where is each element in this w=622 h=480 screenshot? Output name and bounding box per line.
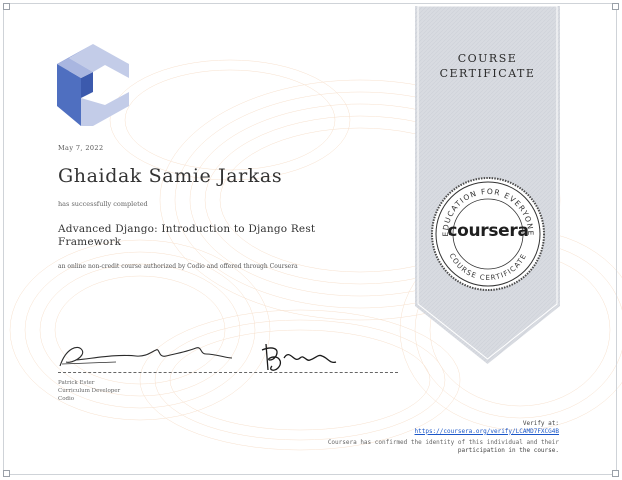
verify-note-line1: Coursera has confirmed the identity of t… bbox=[327, 439, 559, 446]
signature-patrick-ester bbox=[59, 346, 233, 367]
verify-note-line2: participation in the course. bbox=[457, 446, 559, 454]
certificate-page: May 7, 2022 Ghaidak Samie Jarkas has suc… bbox=[0, 0, 622, 480]
ribbon-title-line2: CERTIFICATE bbox=[439, 67, 536, 80]
signer-title: Curriculum Developer bbox=[58, 388, 121, 394]
authorization-statement: an online non-credit course authorized b… bbox=[58, 263, 298, 270]
signer-name: Patrick Ester bbox=[58, 380, 95, 386]
seal-brand: coursera bbox=[447, 221, 529, 241]
signature-secondary bbox=[261, 343, 337, 371]
corner-ornament bbox=[3, 3, 10, 10]
corner-ornament bbox=[612, 3, 619, 10]
ribbon-title-line1: COURSE bbox=[457, 52, 518, 65]
corner-ornament bbox=[612, 470, 619, 477]
signer-block: Patrick Ester Curriculum Developer Codio bbox=[58, 379, 120, 403]
codio-logo-icon bbox=[57, 44, 129, 126]
issue-date: May 7, 2022 bbox=[58, 144, 104, 152]
course-title: Advanced Django: Introduction to Django … bbox=[58, 223, 316, 248]
verify-link[interactable]: https://coursera.org/verify/LCAMD7FXCG4B bbox=[328, 428, 560, 436]
recipient-name: Ghaidak Samie Jarkas bbox=[58, 165, 283, 187]
signature-line bbox=[58, 372, 398, 373]
ribbon-title: COURSE CERTIFICATE bbox=[415, 51, 560, 81]
completion-statement: has successfully completed bbox=[58, 200, 148, 208]
verify-label: Verify at: bbox=[522, 420, 559, 427]
signer-organization: Codio bbox=[58, 396, 75, 402]
verification-block: Verify at: https://coursera.org/verify/L… bbox=[328, 420, 559, 454]
corner-ornament bbox=[3, 470, 10, 477]
